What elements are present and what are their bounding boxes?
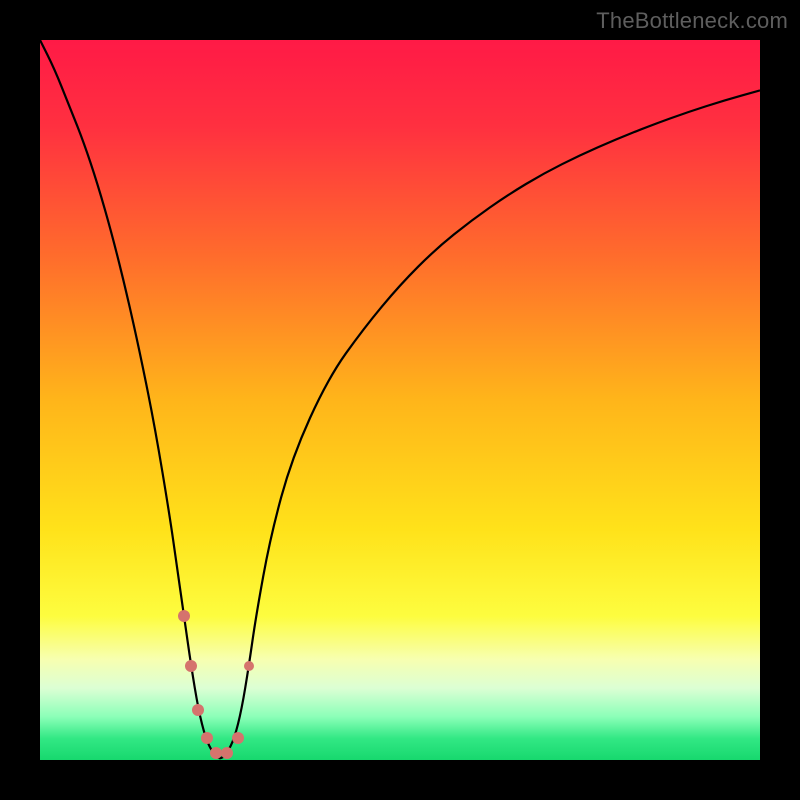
chart-marker bbox=[232, 732, 244, 744]
plot-area bbox=[40, 40, 760, 760]
chart-marker bbox=[192, 704, 204, 716]
chart-marker bbox=[178, 610, 190, 622]
chart-marker bbox=[221, 747, 233, 759]
chart-frame: TheBottleneck.com bbox=[0, 0, 800, 800]
chart-marker bbox=[244, 661, 254, 671]
chart-markers-layer bbox=[40, 40, 760, 760]
watermark-text: TheBottleneck.com bbox=[596, 8, 788, 34]
chart-marker bbox=[201, 732, 213, 744]
chart-marker bbox=[185, 660, 197, 672]
